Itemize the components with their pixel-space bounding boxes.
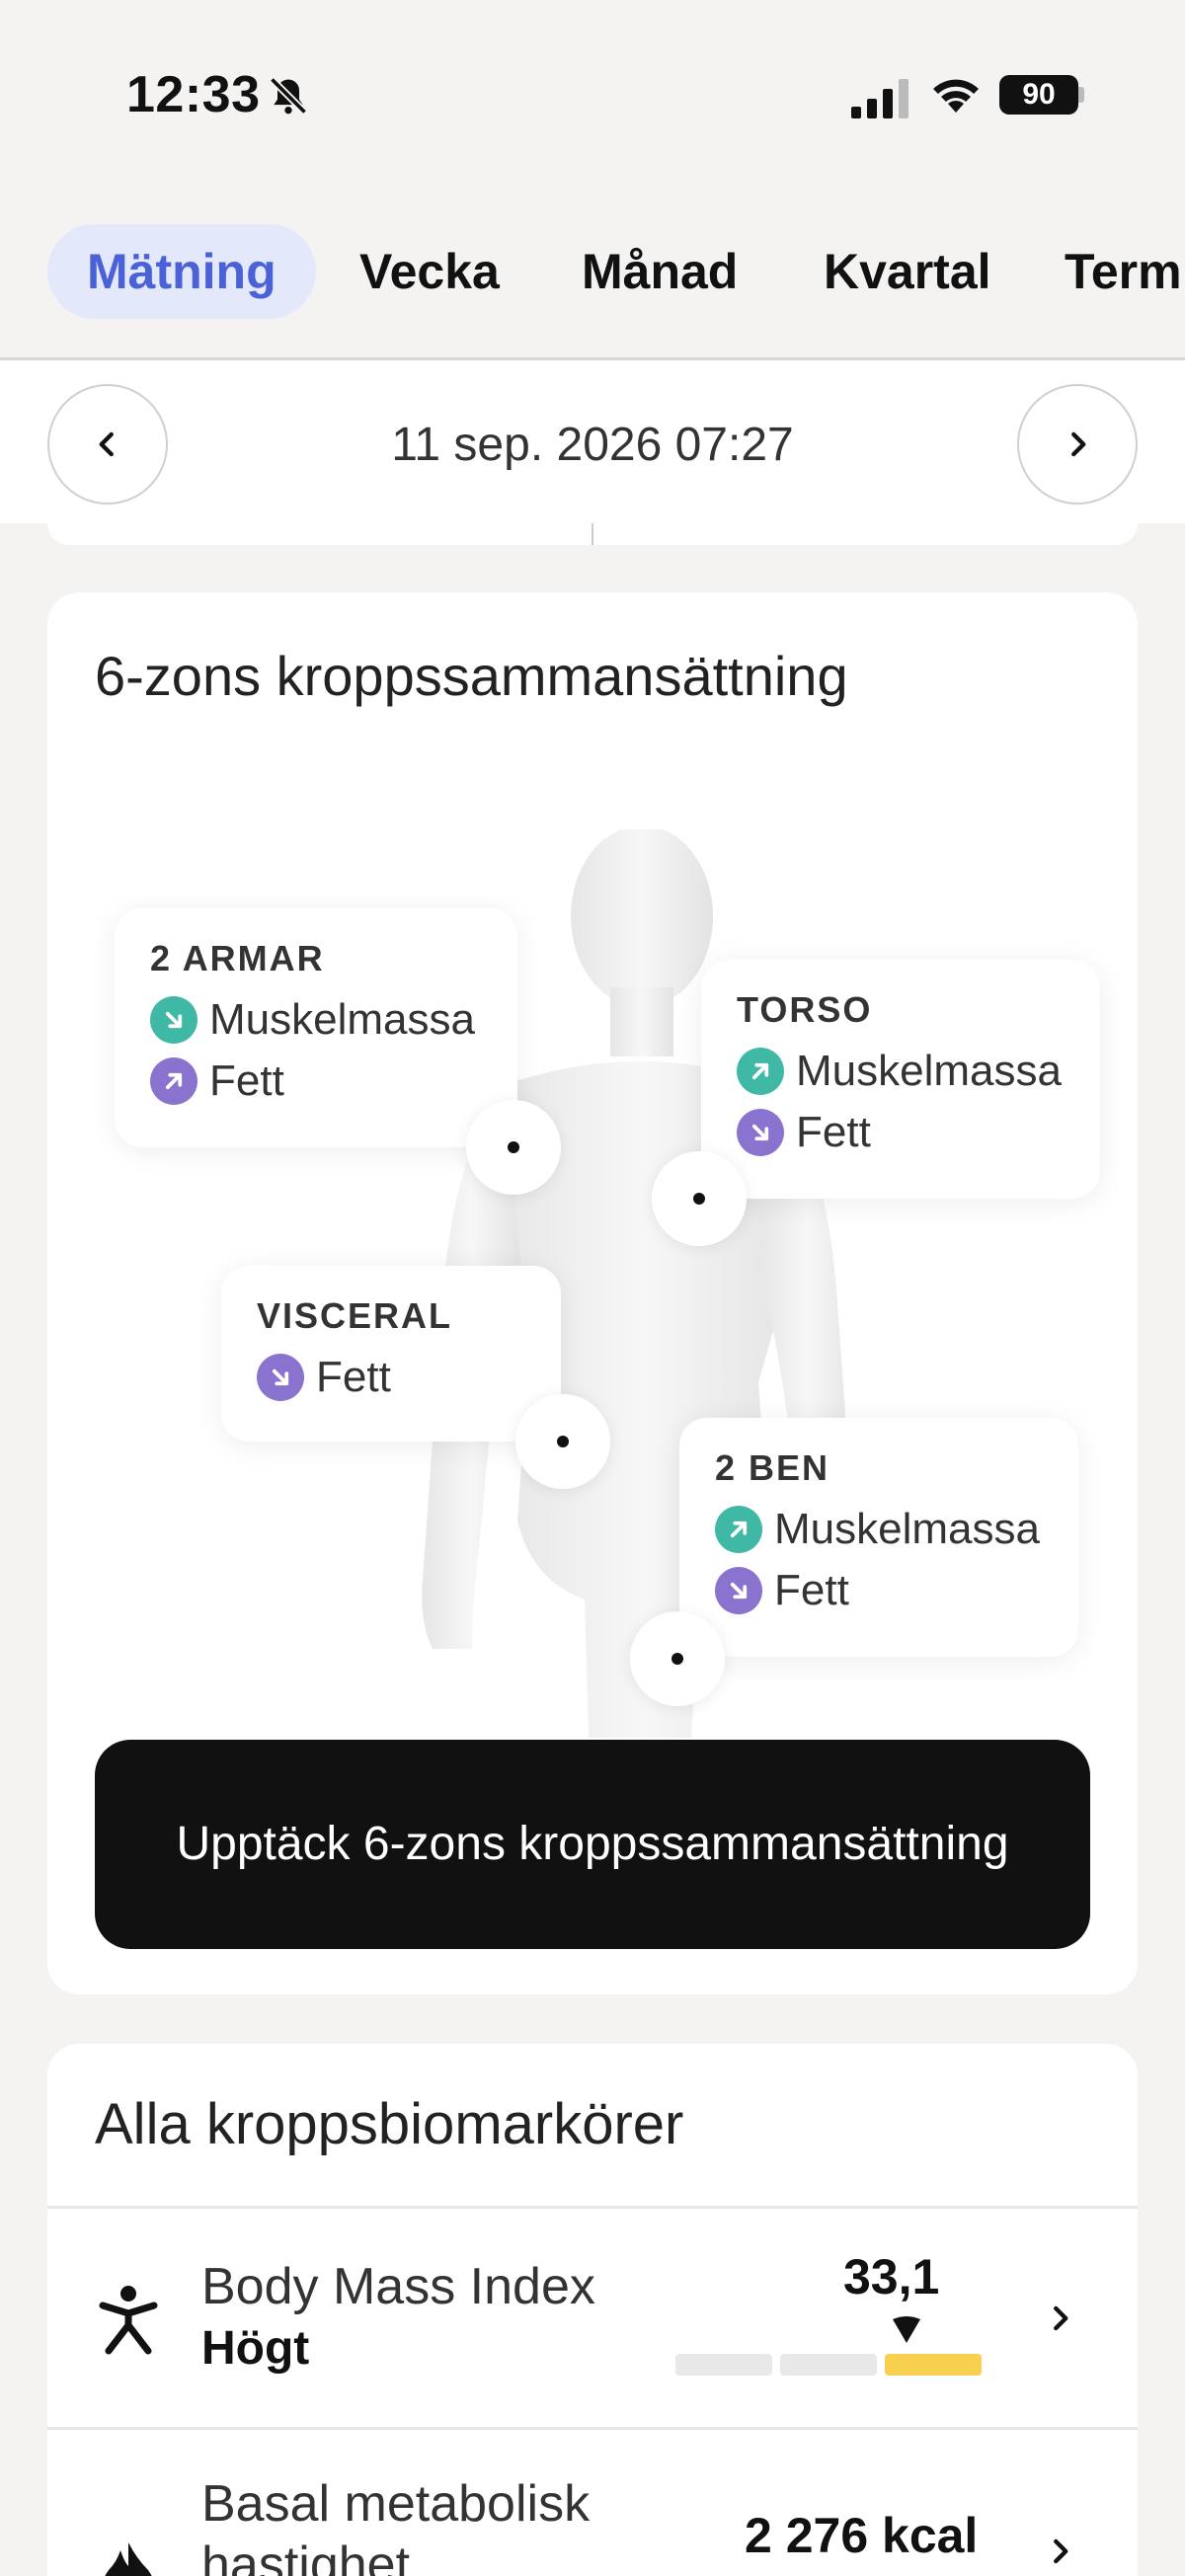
trend-down-icon xyxy=(150,996,198,1044)
biomarker-value: 2 276 kcal xyxy=(745,2508,979,2563)
range-segment-active xyxy=(885,2354,982,2376)
period-tabs: Mätning Vecka Månad Kvartal Term xyxy=(0,222,1185,321)
biomarker-status: Högt xyxy=(201,2322,310,2375)
trend-up-icon xyxy=(737,1048,784,1095)
status-bar: 12:33 90 xyxy=(0,0,1185,197)
zone-visceral-fat: Fett xyxy=(257,1347,525,1408)
range-pointer-icon xyxy=(893,2316,920,2343)
biomarker-row-bmr[interactable]: Basal metabolisk hastighet 2 276 kcal xyxy=(47,2430,1138,2576)
range-segment xyxy=(780,2354,877,2376)
zone-legs-marker[interactable] xyxy=(630,1611,725,1706)
status-time: 12:33 xyxy=(126,66,261,123)
zone-legs-name: 2 BEN xyxy=(715,1447,830,1488)
biomarkers-title: Alla kroppsbiomarkörer xyxy=(95,2092,684,2156)
zone-legs-fat: Fett xyxy=(715,1560,1043,1621)
bell-slash-icon xyxy=(269,76,308,116)
zone-torso-marker[interactable] xyxy=(652,1151,747,1246)
zone-visceral-marker[interactable] xyxy=(515,1394,610,1489)
zone-torso-name: TORSO xyxy=(737,989,873,1030)
tab-measurement[interactable]: Mätning xyxy=(47,224,316,319)
chevron-right-icon xyxy=(1054,2538,1068,2564)
tab-week[interactable]: Vecka xyxy=(359,224,500,319)
wifi-icon xyxy=(933,79,979,113)
zone-torso-fat: Fett xyxy=(737,1102,1065,1163)
range-bar xyxy=(675,2354,982,2376)
trend-down-icon xyxy=(715,1567,762,1614)
chevron-right-icon xyxy=(1054,2305,1068,2331)
six-zone-card: 6-zons kroppssammansättning 2 ARMAR Musk… xyxy=(47,592,1138,1994)
biomarker-value: 33,1 xyxy=(843,2249,940,2304)
trend-down-icon xyxy=(257,1354,304,1401)
date-navigator: 11 sep. 2026 07:27 xyxy=(0,360,1185,523)
zone-arms-fat: Fett xyxy=(150,1051,482,1112)
zone-legs-muscle: Muskelmassa xyxy=(715,1499,1043,1560)
trend-up-icon xyxy=(715,1506,762,1553)
signal-icon xyxy=(851,79,908,118)
zone-arms-marker[interactable] xyxy=(466,1100,561,1195)
discover-six-zone-button[interactable]: Upptäck 6-zons kroppssammansättning xyxy=(95,1740,1090,1949)
range-segment xyxy=(675,2354,772,2376)
biomarkers-card: Alla kroppsbiomarkörer Body Mass Index H… xyxy=(47,2044,1138,2576)
chevron-right-icon xyxy=(1071,431,1086,457)
battery-tip xyxy=(1078,87,1084,103)
trend-up-icon xyxy=(150,1057,198,1105)
next-button[interactable] xyxy=(1017,384,1138,505)
biomarker-name: Body Mass Index xyxy=(201,2258,595,2315)
biomarker-row-bmi[interactable]: Body Mass Index Högt 33,1 xyxy=(47,2209,1138,2426)
zone-torso[interactable]: TORSO Muskelmassa Fett xyxy=(701,960,1100,1199)
person-icon xyxy=(99,2286,158,2355)
flame-icon xyxy=(105,2542,152,2576)
zone-arms-muscle: Muskelmassa xyxy=(150,989,482,1051)
trend-down-icon xyxy=(737,1109,784,1156)
battery-icon: 90 xyxy=(999,75,1078,115)
card-divider-line xyxy=(592,523,593,545)
zone-arms[interactable]: 2 ARMAR Muskelmassa Fett xyxy=(115,908,517,1147)
tab-month[interactable]: Månad xyxy=(582,224,738,319)
measurement-date: 11 sep. 2026 07:27 xyxy=(391,419,794,471)
zone-visceral-name: VISCERAL xyxy=(257,1295,453,1336)
zone-arms-name: 2 ARMAR xyxy=(150,938,325,978)
zone-legs[interactable]: 2 BEN Muskelmassa Fett xyxy=(679,1418,1078,1657)
six-zone-title: 6-zons kroppssammansättning xyxy=(95,645,848,707)
biomarker-name: Basal metabolisk hastighet xyxy=(201,2475,591,2576)
zone-visceral[interactable]: VISCERAL Fett xyxy=(221,1266,561,1442)
zone-torso-muscle: Muskelmassa xyxy=(737,1041,1065,1102)
tab-quarter[interactable]: Kvartal xyxy=(824,224,991,319)
tab-term[interactable]: Term xyxy=(1065,224,1182,319)
